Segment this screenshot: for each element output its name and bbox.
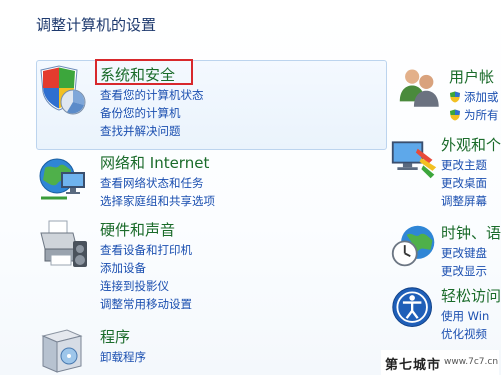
link-mobility-settings[interactable]: 调整常用移动设置 [100, 295, 192, 313]
watermark-url: www.7c7.cn [444, 357, 499, 367]
category-title[interactable]: 时钟、语 [441, 222, 501, 243]
shield-chart-icon [40, 65, 86, 115]
link-use-windows[interactable]: 使用 Win [441, 307, 489, 325]
category-network-internet[interactable]: 网络和 Internet 查看网络状态和任务 选择家庭组和共享选项 [37, 152, 377, 208]
link-view-network-status[interactable]: 查看网络状态和任务 [100, 174, 215, 192]
category-title[interactable]: 轻松访问 [441, 285, 501, 306]
category-clock-language[interactable]: 时钟、语 更改键盘 更改显示 [390, 222, 501, 278]
category-title[interactable]: 外观和个 [441, 134, 501, 155]
link-add-device[interactable]: 添加设备 [100, 259, 192, 277]
category-programs[interactable]: 程序 卸载程序 [37, 326, 377, 373]
link-add-or[interactable]: 添加或 [449, 88, 499, 106]
link-change-desktop[interactable]: 更改桌面 [441, 174, 487, 192]
category-title[interactable]: 网络和 Internet [100, 152, 209, 173]
network-globe-icon [39, 158, 85, 200]
printer-icon [40, 220, 87, 267]
category-hardware-sound[interactable]: 硬件和声音 查看设备和打印机 添加设备 连接到投影仪 调整常用移动设置 [37, 219, 377, 315]
link-label: 添加或 [464, 90, 499, 104]
category-ease-of-access[interactable]: 轻松访问 使用 Win 优化视频 [390, 285, 501, 345]
link-troubleshoot[interactable]: 查找并解决问题 [100, 122, 204, 140]
link-devices-printers[interactable]: 查看设备和打印机 [100, 241, 192, 259]
category-user-accounts[interactable]: 用户帐 添加或 为所有 [398, 66, 501, 126]
category-title[interactable]: 硬件和声音 [100, 219, 175, 240]
ease-of-access-icon [392, 287, 432, 327]
appearance-icon [391, 141, 437, 179]
category-title[interactable]: 程序 [100, 326, 130, 347]
link-backup-computer[interactable]: 备份您的计算机 [100, 104, 204, 122]
clock-globe-icon [391, 225, 435, 267]
link-change-display[interactable]: 更改显示 [441, 262, 487, 278]
link-for-all[interactable]: 为所有 [449, 106, 499, 124]
program-box-icon [41, 329, 83, 373]
page-title: 调整计算机的设置 [36, 16, 157, 34]
link-change-theme[interactable]: 更改主题 [441, 156, 487, 174]
link-view-computer-status[interactable]: 查看您的计算机状态 [100, 86, 204, 104]
red-annotation-box [95, 59, 193, 85]
users-icon [399, 69, 439, 107]
shield-icon [450, 109, 460, 121]
category-title[interactable]: 用户帐 [449, 66, 494, 87]
link-adjust-screen[interactable]: 调整屏幕 [441, 192, 487, 210]
category-appearance[interactable]: 外观和个 更改主题 更改桌面 调整屏幕 [390, 134, 501, 210]
link-connect-projector[interactable]: 连接到投影仪 [100, 277, 192, 295]
shield-icon [450, 91, 460, 103]
watermark: 第七城市 www.7c7.cn [381, 350, 499, 375]
link-change-keyboard[interactable]: 更改键盘 [441, 244, 487, 262]
link-optimize-video[interactable]: 优化视频 [441, 325, 489, 343]
watermark-text: 第七城市 [385, 358, 442, 373]
category-system-security[interactable]: 系统和安全 查看您的计算机状态 备份您的计算机 查找并解决问题 [37, 64, 377, 148]
link-uninstall-program[interactable]: 卸载程序 [100, 348, 146, 366]
link-homegroup-sharing[interactable]: 选择家庭组和共享选项 [100, 192, 215, 210]
link-label: 为所有 [464, 108, 499, 122]
